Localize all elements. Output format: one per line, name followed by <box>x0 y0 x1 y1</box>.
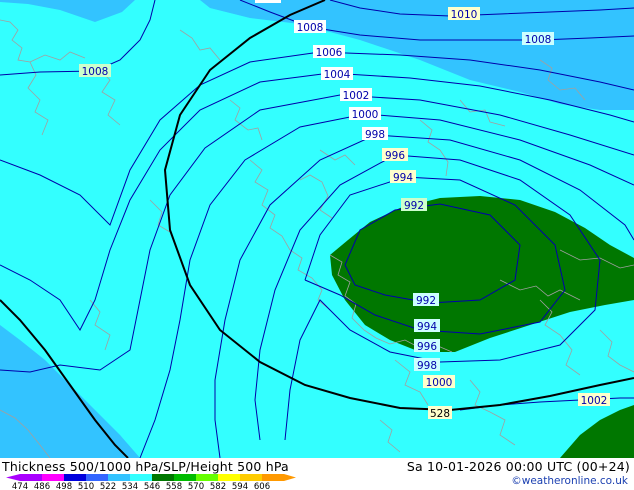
label-1002: 1002 <box>340 88 372 102</box>
legend-swatch <box>108 474 130 481</box>
legend-swatch <box>262 474 284 481</box>
legend-swatch <box>20 474 42 481</box>
svg-text:1006: 1006 <box>316 47 343 59</box>
legend-swatch <box>218 474 240 481</box>
legend-arrow-left <box>6 474 20 481</box>
label-1008-right: 1008 <box>522 32 554 46</box>
svg-text:1008: 1008 <box>82 66 109 78</box>
legend-swatch <box>174 474 196 481</box>
legend-swatch <box>152 474 174 481</box>
label-1008-top: 1008 <box>294 20 326 34</box>
svg-text:1000: 1000 <box>426 377 453 389</box>
label-1002-b: 1002 <box>578 393 610 407</box>
label-1010: 1010 <box>448 7 480 21</box>
svg-text:994: 994 <box>393 172 413 184</box>
svg-text:998: 998 <box>365 129 385 141</box>
color-legend: 474 486 498 510 522 534 546 558 570 582 594 606 <box>6 474 296 490</box>
label-998: 998 <box>362 127 388 141</box>
svg-text:1008: 1008 <box>525 34 552 46</box>
svg-text:1010: 1010 <box>451 9 478 21</box>
legend-arrow-right <box>284 474 296 481</box>
label-994-b: 994 <box>414 319 440 333</box>
legend-tick-label: 498 <box>56 482 72 490</box>
label-998-b: 998 <box>414 358 440 372</box>
svg-text:1002: 1002 <box>581 395 608 407</box>
legend-tick-label: 606 <box>254 482 270 490</box>
legend-tick-label: 534 <box>122 482 138 490</box>
legend-tick-label: 546 <box>144 482 160 490</box>
legend-tick-label: 570 <box>188 482 204 490</box>
svg-text:528: 528 <box>430 408 450 420</box>
svg-text:996: 996 <box>385 150 405 162</box>
legend-swatch <box>196 474 218 481</box>
svg-text:994: 994 <box>417 321 437 333</box>
label-1000: 1000 <box>349 107 381 121</box>
legend-swatch <box>86 474 108 481</box>
legend-tick-label: 558 <box>166 482 182 490</box>
svg-text:992: 992 <box>404 200 424 212</box>
label-1006: 1006 <box>313 45 345 59</box>
legend-swatch <box>42 474 64 481</box>
svg-text:998: 998 <box>417 360 437 372</box>
svg-text:996: 996 <box>417 341 437 353</box>
legend-swatch <box>64 474 86 481</box>
legend-swatch <box>130 474 152 481</box>
svg-text:1002: 1002 <box>343 90 370 102</box>
label-996-b: 996 <box>414 339 440 353</box>
legend-tick-label: 522 <box>100 482 116 490</box>
label-994: 994 <box>390 170 416 184</box>
label-1000-b: 1000 <box>423 375 455 389</box>
label-1008-left: 1008 <box>79 64 111 78</box>
label-528: 528 <box>428 406 452 420</box>
svg-text:1000: 1000 <box>352 109 379 121</box>
credit-link[interactable]: ©weatheronline.co.uk <box>511 475 628 487</box>
svg-text:992: 992 <box>416 295 436 307</box>
svg-text:1008: 1008 <box>297 22 324 34</box>
footer: Thickness 500/1000 hPa/SLP/Height 500 hP… <box>0 458 634 490</box>
label-992: 992 <box>401 198 427 212</box>
valid-time: Sa 10-01-2026 00:00 UTC (00+24) <box>406 459 630 474</box>
legend-tick-label: 474 <box>12 482 28 490</box>
legend-tick-label: 486 <box>34 482 50 490</box>
legend-tick-label: 582 <box>210 482 226 490</box>
label-996: 996 <box>382 148 408 162</box>
label-992-b: 992 <box>413 293 439 307</box>
label-1004: 1004 <box>321 67 353 81</box>
weather-map: 1008 1010 1008 1008 1006 1004 1002 1000 <box>0 0 634 458</box>
top-marker <box>255 0 281 3</box>
legend-tick-label: 510 <box>78 482 94 490</box>
legend-tick-label: 594 <box>232 482 248 490</box>
svg-text:1004: 1004 <box>324 69 351 81</box>
legend-swatch <box>240 474 262 481</box>
